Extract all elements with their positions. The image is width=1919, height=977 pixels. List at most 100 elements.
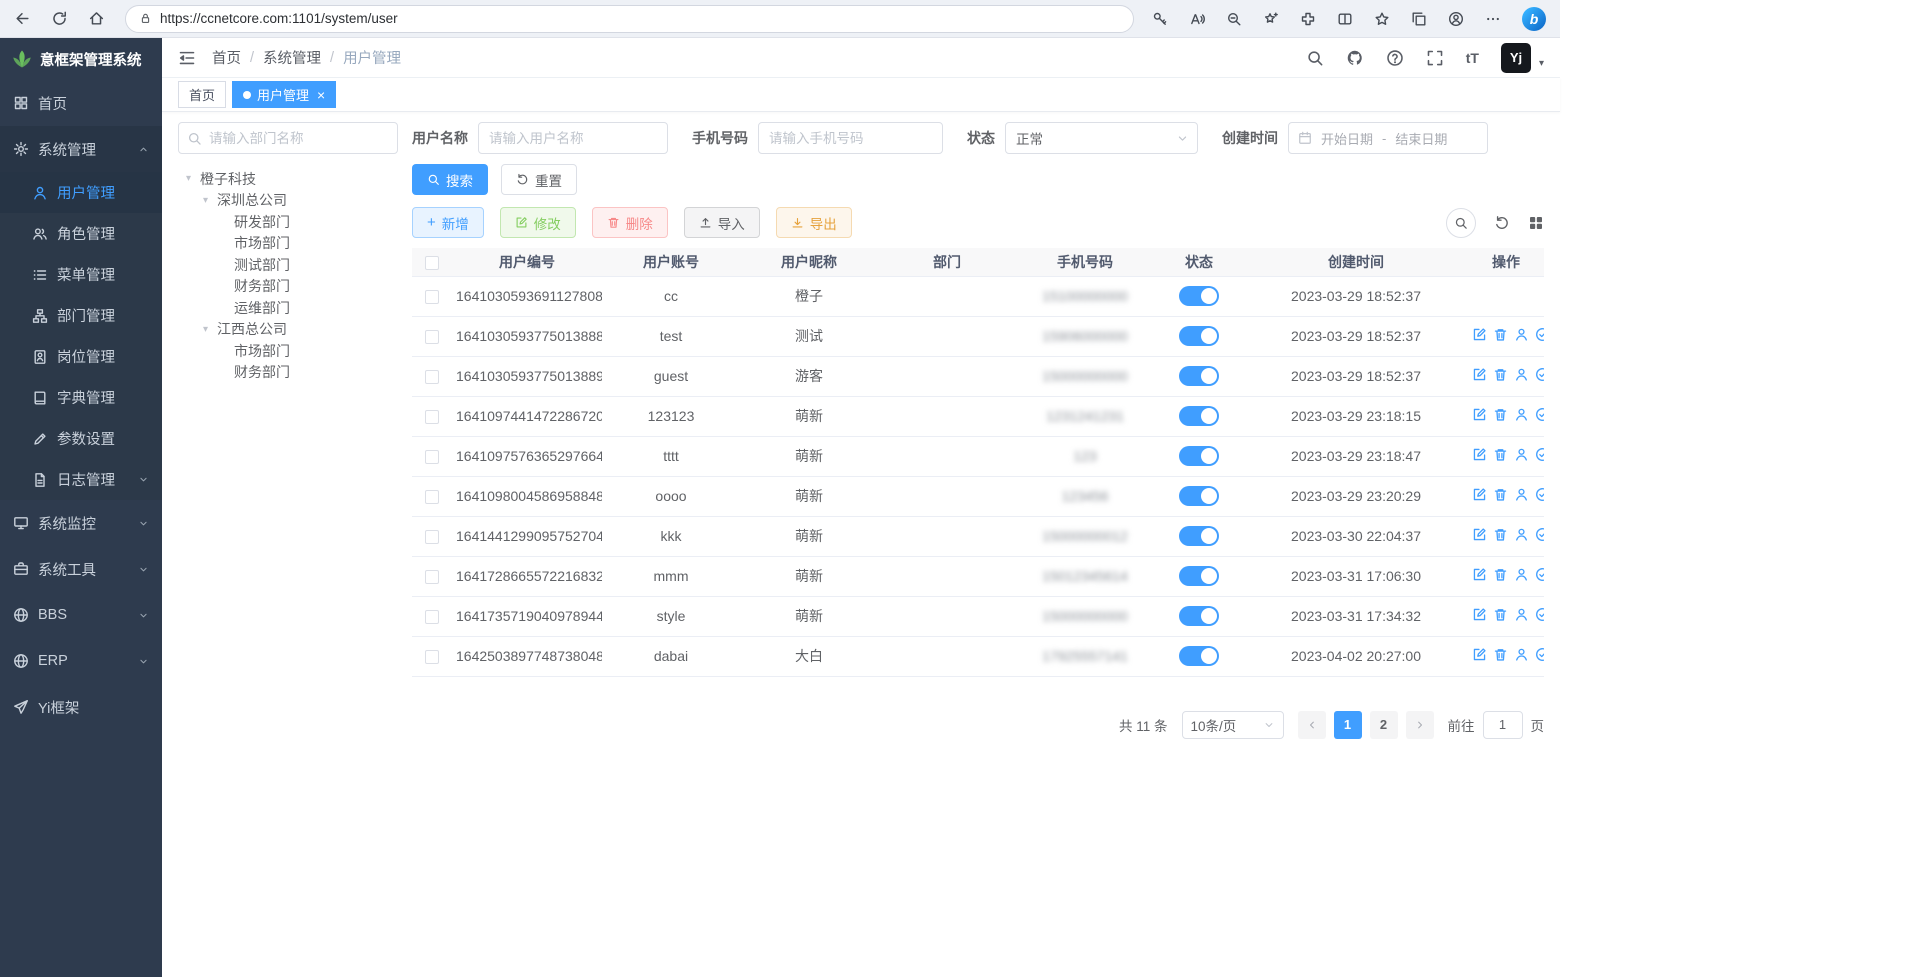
row-checkbox[interactable] [425,530,439,544]
delete-icon[interactable] [1493,487,1508,502]
breadcrumb-item[interactable]: 系统管理 [263,47,321,68]
delete-icon[interactable] [1493,447,1508,462]
delete-icon[interactable] [1493,567,1508,582]
status-toggle[interactable] [1179,566,1219,586]
assign-role-icon[interactable] [1535,647,1544,662]
tree-node[interactable]: 财务部门 [178,362,398,384]
reset-password-icon[interactable] [1514,487,1529,502]
edit-icon[interactable] [1472,607,1487,622]
delete-icon[interactable] [1493,367,1508,382]
row-checkbox[interactable] [425,490,439,504]
status-toggle[interactable] [1179,606,1219,626]
reload-icon[interactable] [51,10,68,27]
assign-role-icon[interactable] [1535,607,1544,622]
tree-node[interactable]: 测试部门 [178,254,398,276]
edit-icon[interactable] [1472,487,1487,502]
delete-icon[interactable] [1493,407,1508,422]
reset-password-icon[interactable] [1514,567,1529,582]
username-input[interactable] [478,122,668,154]
back-icon[interactable] [14,10,31,27]
user-avatar[interactable]: Yj [1501,43,1531,73]
department-search-input[interactable] [178,122,398,154]
reset-button[interactable]: 重置 [501,164,577,195]
status-toggle[interactable] [1179,406,1219,426]
toggle-search-button[interactable] [1446,208,1476,238]
row-checkbox[interactable] [425,290,439,304]
tree-node[interactable]: 市场部门 [178,340,398,362]
edit-button[interactable]: 修改 [500,207,576,238]
fullscreen-icon[interactable] [1426,49,1444,67]
assign-role-icon[interactable] [1535,567,1544,582]
delete-icon[interactable] [1493,607,1508,622]
reset-password-icon[interactable] [1514,647,1529,662]
page-size-select[interactable]: 10条/页 [1182,711,1284,739]
reset-password-icon[interactable] [1514,447,1529,462]
page-button-2[interactable]: 2 [1370,711,1398,739]
reset-password-icon[interactable] [1514,327,1529,342]
search-button[interactable]: 搜索 [412,164,488,195]
column-settings-button[interactable] [1528,215,1544,231]
sidebar-item-tools[interactable]: 系统工具 [0,546,162,592]
assign-role-icon[interactable] [1535,407,1544,422]
edit-icon[interactable] [1472,567,1487,582]
row-checkbox[interactable] [425,610,439,624]
caret-down-icon[interactable]: ▾ [199,195,212,206]
row-checkbox[interactable] [425,410,439,424]
extensions-icon[interactable] [1300,11,1316,27]
caret-down-icon[interactable]: ▾ [199,324,212,335]
caret-down-icon[interactable]: ▾ [182,173,195,184]
tree-node[interactable]: 研发部门 [178,211,398,233]
next-page-button[interactable] [1406,711,1434,739]
assign-role-icon[interactable] [1535,327,1544,342]
row-checkbox[interactable] [425,330,439,344]
help-icon[interactable] [1386,49,1404,67]
zoom-out-icon[interactable] [1226,11,1242,27]
split-screen-icon[interactable] [1337,11,1353,27]
assign-role-icon[interactable] [1535,447,1544,462]
tree-node[interactable]: ▾江西总公司 [178,319,398,341]
sidebar-item-user[interactable]: 用户管理 [0,172,162,213]
prev-page-button[interactable] [1298,711,1326,739]
edit-icon[interactable] [1472,527,1487,542]
sidebar-item-role[interactable]: 角色管理 [0,213,162,254]
delete-icon[interactable] [1493,527,1508,542]
daterange-picker[interactable]: 开始日期 - 结束日期 [1288,122,1488,154]
sidebar-item-erp[interactable]: ERP [0,638,162,684]
copilot-icon[interactable]: b [1522,7,1546,31]
reset-password-icon[interactable] [1514,527,1529,542]
sidebar-item-system[interactable]: 系统管理 [0,126,162,172]
home-icon[interactable] [88,10,105,27]
edit-icon[interactable] [1472,407,1487,422]
shopping-icon[interactable] [1263,11,1279,27]
status-toggle[interactable] [1179,486,1219,506]
status-toggle[interactable] [1179,646,1219,666]
edit-icon[interactable] [1472,647,1487,662]
tab-home[interactable]: 首页 [178,81,226,108]
assign-role-icon[interactable] [1535,487,1544,502]
tab-user[interactable]: 用户管理× [232,81,336,108]
status-select[interactable]: 正常 [1005,122,1198,154]
sidebar-item-post[interactable]: 岗位管理 [0,336,162,377]
tree-node[interactable]: ▾深圳总公司 [178,190,398,212]
search-icon[interactable] [1306,49,1324,67]
more-icon[interactable] [1485,11,1501,27]
font-size-icon[interactable]: tT [1466,51,1479,65]
edit-icon[interactable] [1472,367,1487,382]
github-icon[interactable] [1346,49,1364,67]
url-bar[interactable]: https://ccnetcore.com:1101/system/user [125,5,1134,33]
sidebar-item-yi[interactable]: Yi框架 [0,684,162,730]
sidebar-item-bbs[interactable]: BBS [0,592,162,638]
sidebar-item-dict[interactable]: 字典管理 [0,377,162,418]
reset-password-icon[interactable] [1514,367,1529,382]
refresh-table-button[interactable] [1494,215,1510,231]
row-checkbox[interactable] [425,370,439,384]
sidebar-item-param[interactable]: 参数设置 [0,418,162,459]
reset-password-icon[interactable] [1514,407,1529,422]
import-button[interactable]: 导入 [684,207,760,238]
favorites-icon[interactable] [1374,11,1390,27]
tree-node[interactable]: 市场部门 [178,233,398,255]
add-button[interactable]: + 新增 [412,207,484,238]
delete-button[interactable]: 删除 [592,207,668,238]
edit-icon[interactable] [1472,327,1487,342]
reset-password-icon[interactable] [1514,607,1529,622]
